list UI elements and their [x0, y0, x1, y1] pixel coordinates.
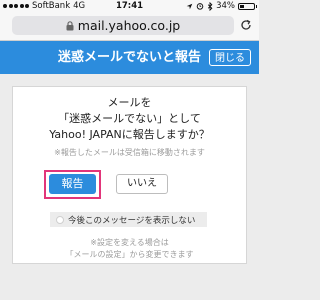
report-button[interactable]: 報告 — [49, 174, 96, 194]
dialog-message-line-2: 「迷惑メールでない」として — [58, 112, 201, 125]
settings-note-line-1: ※設定を変える場合は — [90, 238, 169, 247]
address-field[interactable]: mail.yahoo.co.jp — [12, 16, 234, 35]
page-header: 迷惑メールでないと報告 閉じる — [0, 41, 259, 74]
battery-icon — [238, 2, 257, 10]
no-button[interactable]: いいえ — [116, 174, 168, 194]
url-bar: mail.yahoo.co.jp — [0, 13, 259, 41]
status-bar: SoftBank 4G 17:41 34% — [0, 0, 259, 13]
location-icon — [186, 3, 193, 9]
reload-icon[interactable] — [240, 19, 252, 31]
settings-note-line-2: 「メールの設定」から変更できます — [65, 250, 194, 259]
dont-show-again-label: 今後このメッセージを表示しない — [68, 215, 196, 226]
close-button[interactable]: 閉じる — [209, 49, 251, 66]
dont-show-again-option[interactable]: 今後このメッセージを表示しない — [50, 212, 207, 227]
report-dialog: メールを 「迷惑メールでない」として Yahoo! JAPANに報告しますか？ … — [12, 86, 247, 264]
status-icons: 34% — [186, 1, 257, 11]
url-text: mail.yahoo.co.jp — [77, 18, 181, 33]
dialog-message-line-3: Yahoo! JAPANに報告しますか？ — [49, 128, 210, 141]
battery-percent: 34% — [216, 1, 235, 11]
bluetooth-icon — [207, 1, 213, 11]
dialog-note: ※報告したメールは受信箱に移動されます — [54, 148, 205, 157]
dont-show-again-checkbox[interactable] — [56, 215, 64, 224]
dialog-message-line-1: メールを — [107, 96, 152, 109]
alarm-icon — [196, 3, 204, 10]
lock-icon — [66, 20, 74, 30]
